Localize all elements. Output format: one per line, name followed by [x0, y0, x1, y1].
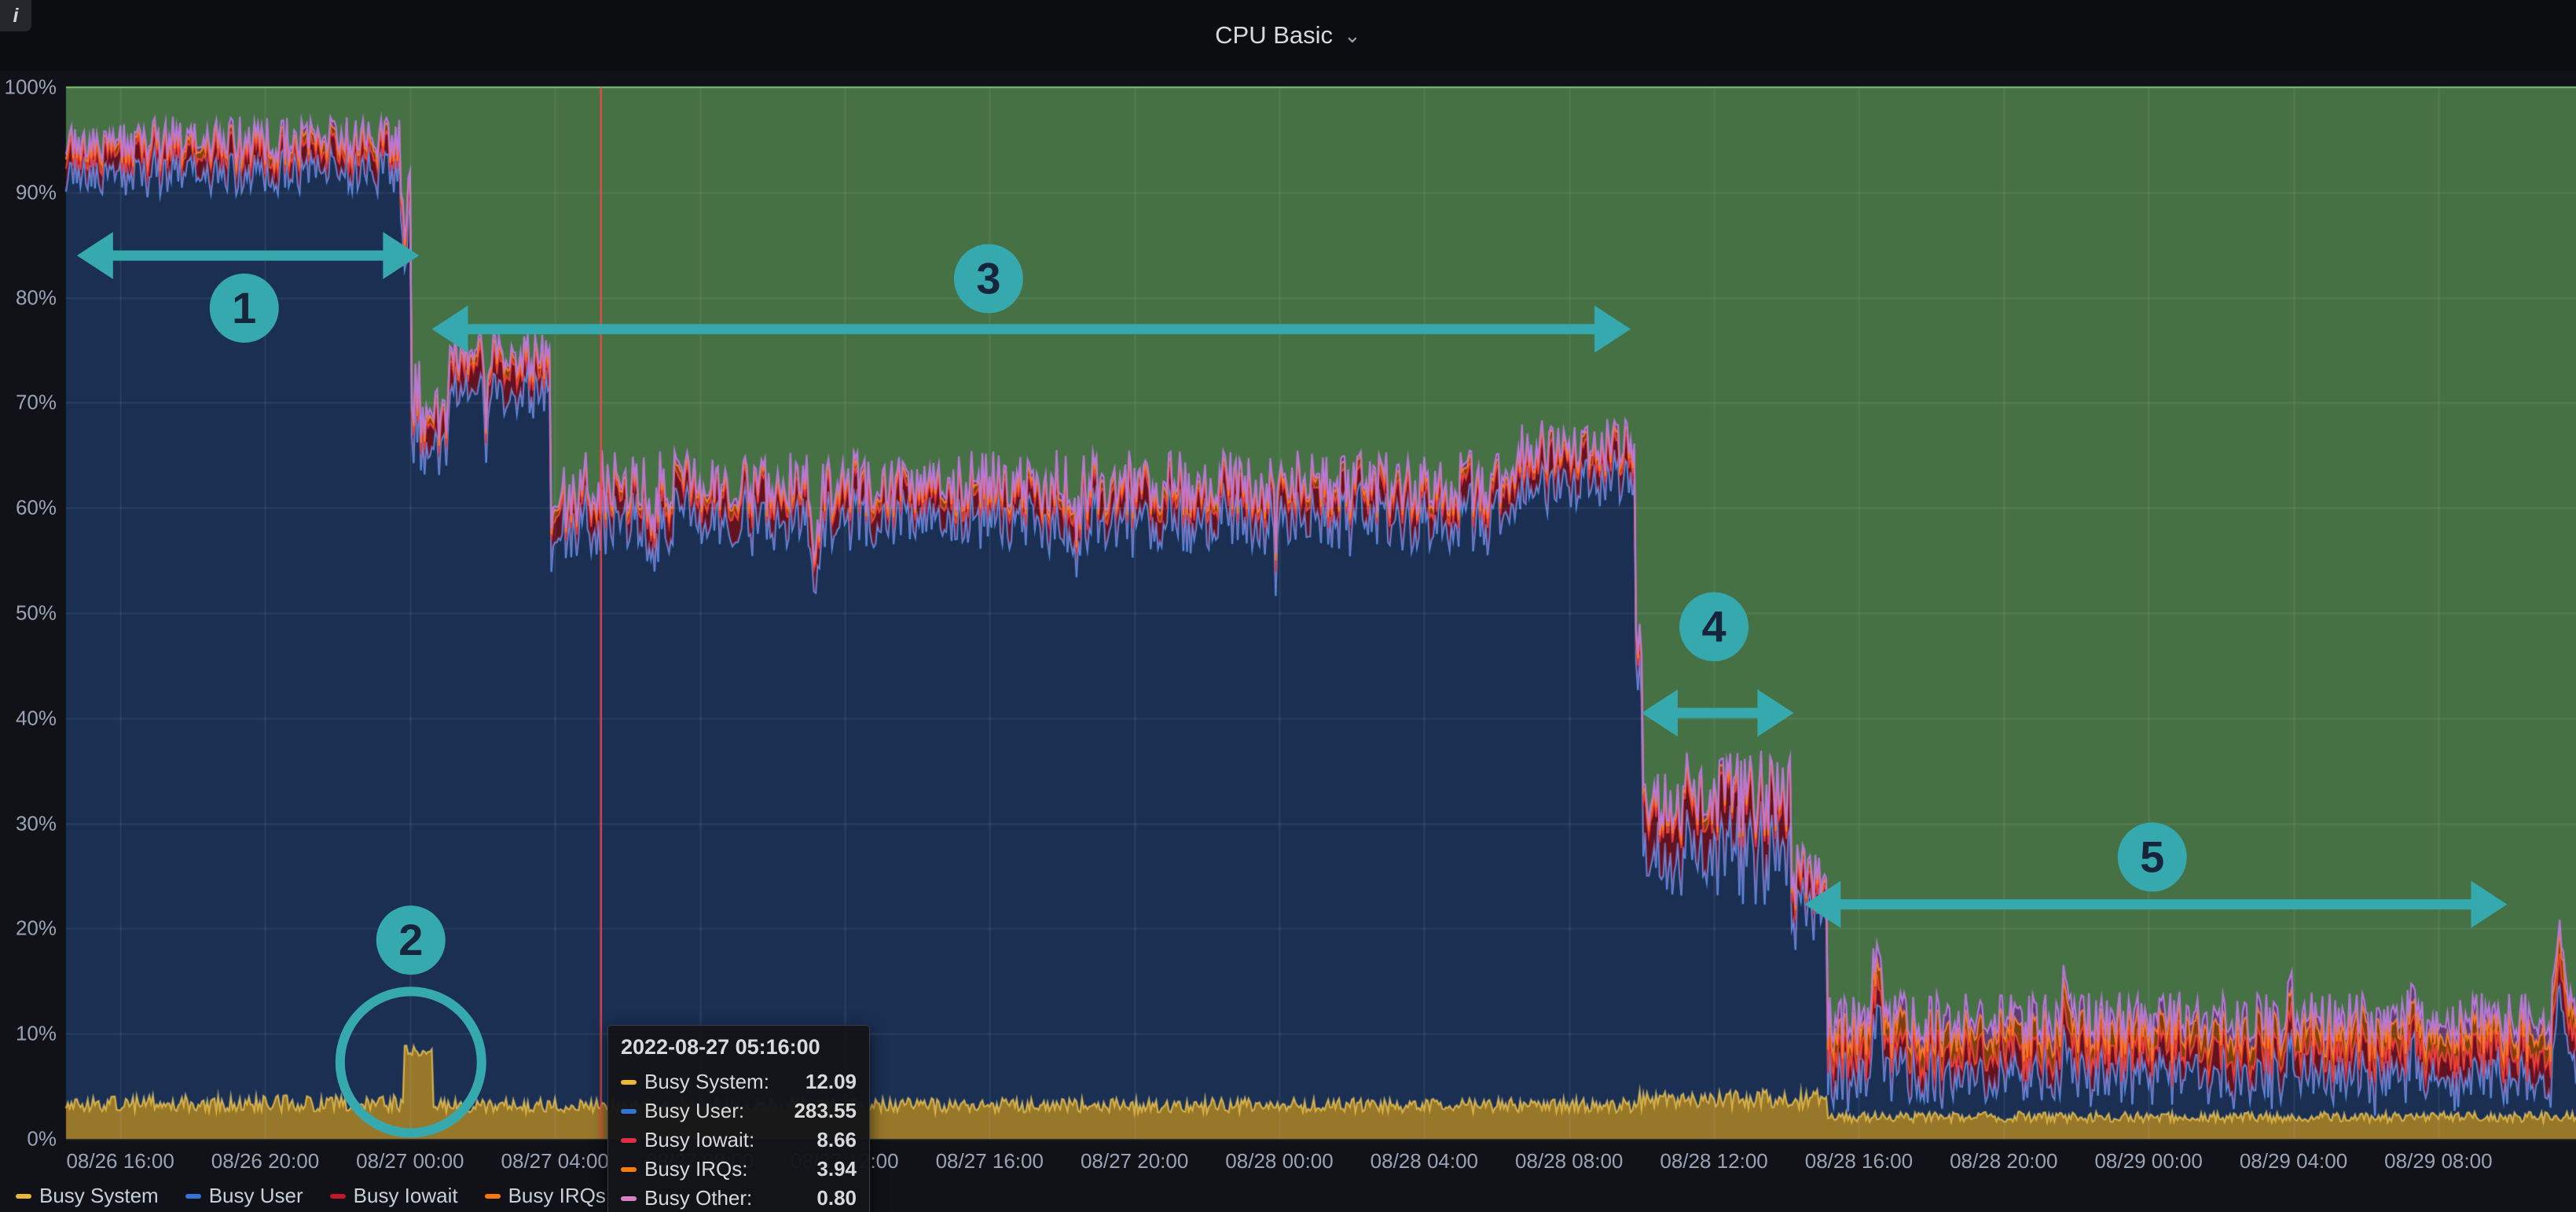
y-axis-label: 10% — [0, 1022, 57, 1046]
legend-label: Busy Iowait — [354, 1184, 458, 1208]
tooltip-series-dash — [621, 1167, 637, 1172]
y-axis-label: 30% — [0, 811, 57, 836]
tooltip-series-value: 3.94 — [816, 1157, 857, 1181]
y-axis-label: 80% — [0, 285, 57, 310]
y-axis-label: 70% — [0, 391, 57, 415]
tooltip-series-label: Busy IRQs: — [644, 1157, 747, 1181]
y-axis-label: 40% — [0, 706, 57, 730]
legend: Busy System Busy User Busy Iowait Busy IRQs — [16, 1184, 606, 1208]
legend-item-busy-system[interactable]: Busy System — [16, 1184, 159, 1208]
x-axis-label: 08/28 20:00 — [1950, 1149, 2057, 1173]
tooltip-series-dash — [621, 1109, 637, 1114]
tooltip-series-label: Busy User: — [644, 1099, 744, 1123]
x-axis-label: 08/28 04:00 — [1371, 1149, 1478, 1173]
tooltip-series-dash — [621, 1080, 637, 1085]
y-axis-label: 20% — [0, 916, 57, 941]
legend-label: Busy System — [39, 1184, 159, 1208]
panel-title[interactable]: CPU Basic ⌄ — [1215, 21, 1361, 50]
tooltip-row: Busy Other: 0.80 — [621, 1184, 857, 1212]
tooltip-series-label: Busy Other: — [644, 1186, 752, 1210]
y-axis-label: 50% — [0, 601, 57, 626]
tooltip-series-value: 0.80 — [816, 1186, 857, 1210]
x-axis-label: 08/28 12:00 — [1660, 1149, 1767, 1173]
panel-header: CPU Basic ⌄ — [0, 0, 2576, 71]
tooltip-timestamp: 2022-08-27 05:16:00 — [621, 1035, 857, 1060]
cpu-usage-stacked-area-chart[interactable] — [0, 0, 2576, 1212]
x-axis-label: 08/29 04:00 — [2240, 1149, 2347, 1173]
tooltip-row: Busy System: 12.09 — [621, 1067, 857, 1096]
legend-label: Busy User — [209, 1184, 303, 1208]
legend-label: Busy IRQs — [508, 1184, 606, 1208]
legend-color-dash — [16, 1194, 31, 1199]
x-axis-label: 08/27 16:00 — [936, 1149, 1044, 1173]
cpu-basic-panel: 12345 CPU Basic ⌄ i 0%10%20%30%40%50%60%… — [0, 0, 2576, 1212]
tooltip-series-value: 12.09 — [805, 1070, 857, 1094]
legend-color-dash — [185, 1194, 201, 1199]
tooltip-row: Busy Iowait: 8.66 — [621, 1126, 857, 1155]
x-axis-label: 08/27 00:00 — [356, 1149, 464, 1173]
x-axis-label: 08/29 00:00 — [2094, 1149, 2202, 1173]
tooltip: 2022-08-27 05:16:00 Busy System:12.09Bus… — [607, 1025, 870, 1212]
x-axis-label: 08/28 16:00 — [1805, 1149, 1913, 1173]
legend-item-busy-user[interactable]: Busy User — [185, 1184, 303, 1208]
y-axis-label: 90% — [0, 180, 57, 204]
y-axis-label: 100% — [0, 75, 57, 100]
panel-title-text: CPU Basic — [1215, 21, 1333, 50]
y-axis-label: 0% — [0, 1127, 57, 1151]
x-axis-label: 08/27 04:00 — [501, 1149, 609, 1173]
x-axis-label: 08/28 00:00 — [1225, 1149, 1333, 1173]
chevron-down-icon: ⌄ — [1344, 25, 1361, 46]
x-axis-label: 08/29 08:00 — [2384, 1149, 2492, 1173]
x-axis-label: 08/28 08:00 — [1515, 1149, 1623, 1173]
tooltip-series-dash — [621, 1138, 637, 1143]
tooltip-series-label: Busy System: — [644, 1070, 769, 1094]
x-axis-label: 08/26 20:00 — [211, 1149, 319, 1173]
tooltip-series-value: 283.55 — [794, 1099, 857, 1123]
tooltip-row: Busy User: 283.55 — [621, 1096, 857, 1126]
tooltip-series-dash — [621, 1196, 637, 1201]
legend-item-busy-irqs[interactable]: Busy IRQs — [485, 1184, 606, 1208]
legend-color-dash — [330, 1194, 346, 1199]
tooltip-rows: Busy System: 12.09 Busy User: 283.55 Busy Io… — [621, 1067, 857, 1212]
tooltip-row: Busy IRQs: 3.94 — [621, 1155, 857, 1184]
x-axis-label: 08/27 20:00 — [1081, 1149, 1188, 1173]
legend-item-busy-iowait[interactable]: Busy Iowait — [330, 1184, 458, 1208]
panel-info-icon[interactable]: i — [0, 0, 31, 31]
tooltip-series-value: 8.66 — [816, 1128, 857, 1152]
tooltip-series-label: Busy Iowait: — [644, 1128, 754, 1152]
y-axis-label: 60% — [0, 496, 57, 520]
x-axis-label: 08/26 16:00 — [66, 1149, 174, 1173]
legend-color-dash — [485, 1194, 501, 1199]
